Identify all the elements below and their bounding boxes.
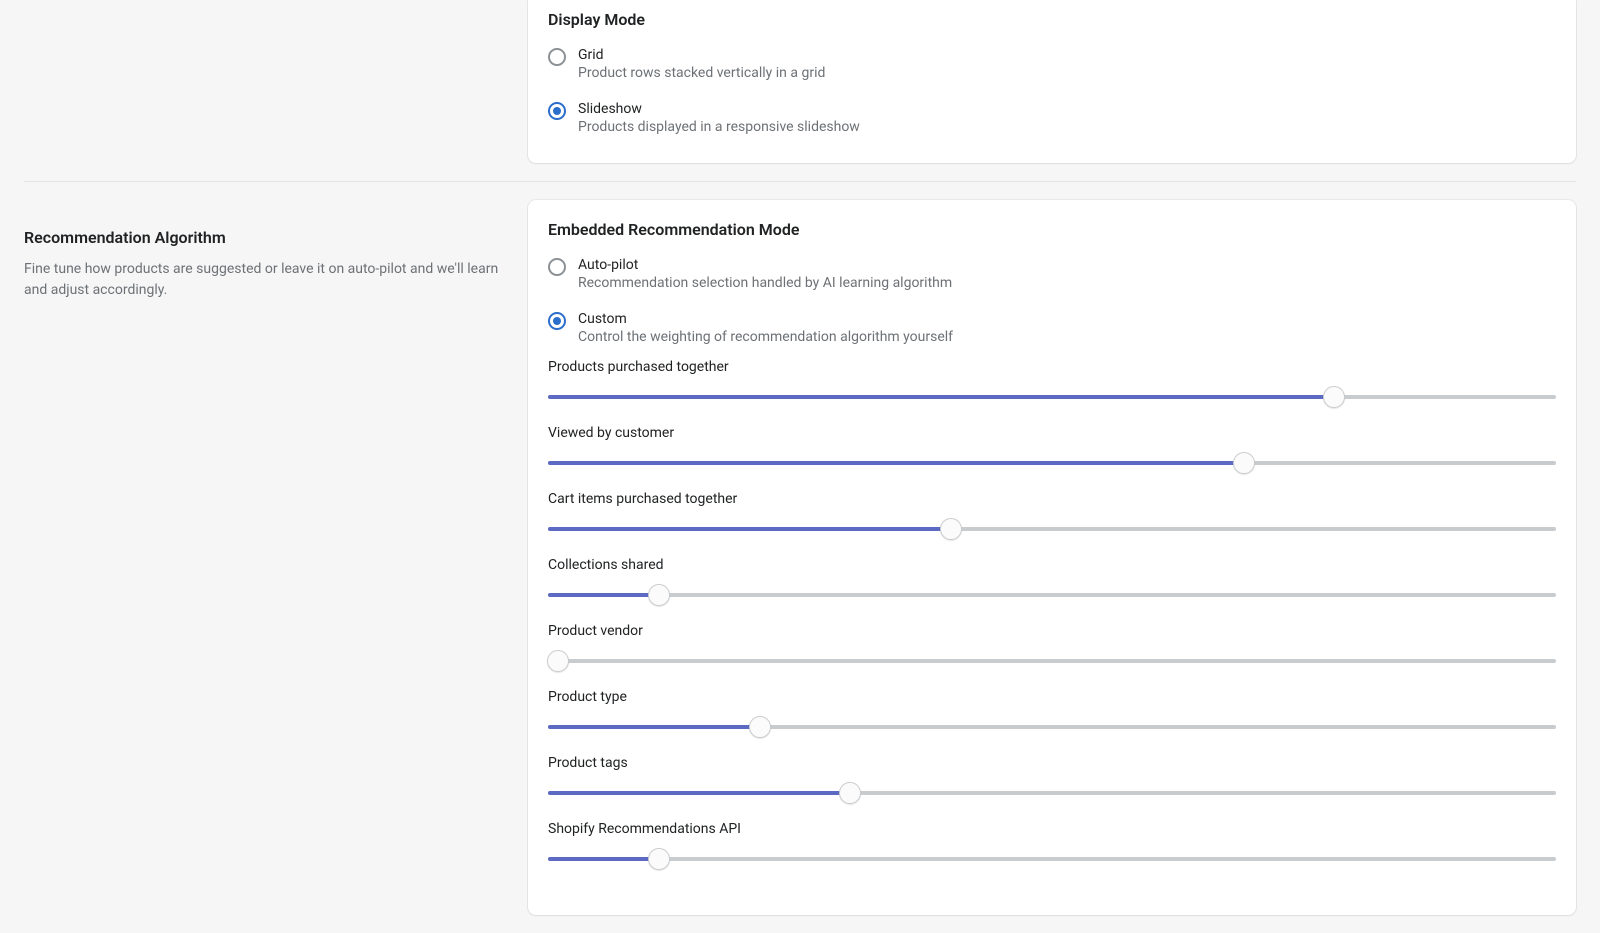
slider-label: Collections shared bbox=[548, 557, 1556, 573]
radio-desc: Control the weighting of recommendation … bbox=[578, 329, 953, 345]
slider-thumb[interactable] bbox=[547, 650, 569, 672]
slider-label: Shopify Recommendations API bbox=[548, 821, 1556, 837]
display-mode-option-grid[interactable]: Grid Product rows stacked vertically in … bbox=[548, 47, 1556, 81]
slider-group: Products purchased together bbox=[548, 359, 1556, 407]
algo-section-heading: Recommendation Algorithm bbox=[24, 228, 504, 247]
slider-fill bbox=[548, 527, 951, 531]
slider-label: Products purchased together bbox=[548, 359, 1556, 375]
radio-icon[interactable] bbox=[548, 102, 566, 120]
slider[interactable] bbox=[548, 783, 1556, 803]
display-mode-heading: Display Mode bbox=[548, 10, 1556, 29]
slider-thumb[interactable] bbox=[1233, 452, 1255, 474]
slider-thumb[interactable] bbox=[648, 584, 670, 606]
slider-thumb[interactable] bbox=[940, 518, 962, 540]
embedded-mode-option-autopilot[interactable]: Auto-pilot Recommendation selection hand… bbox=[548, 257, 1556, 291]
display-mode-card: Display Mode Grid Product rows stacked v… bbox=[528, 0, 1576, 163]
slider-label: Cart items purchased together bbox=[548, 491, 1556, 507]
slider-track bbox=[548, 659, 1556, 663]
slider-group: Cart items purchased together bbox=[548, 491, 1556, 539]
algo-section-desc: Fine tune how products are suggested or … bbox=[24, 259, 504, 301]
radio-icon[interactable] bbox=[548, 312, 566, 330]
slider-label: Product tags bbox=[548, 755, 1556, 771]
slider-thumb[interactable] bbox=[648, 848, 670, 870]
radio-label: Grid bbox=[578, 47, 825, 63]
slider-group: Product type bbox=[548, 689, 1556, 737]
slider-group: Shopify Recommendations API bbox=[548, 821, 1556, 869]
radio-icon[interactable] bbox=[548, 258, 566, 276]
embedded-mode-option-custom[interactable]: Custom Control the weighting of recommen… bbox=[548, 311, 1556, 345]
slider[interactable] bbox=[548, 651, 1556, 671]
slider-group: Product vendor bbox=[548, 623, 1556, 671]
slider[interactable] bbox=[548, 453, 1556, 473]
slider-thumb[interactable] bbox=[1323, 386, 1345, 408]
slider-label: Product type bbox=[548, 689, 1556, 705]
slider-fill bbox=[548, 395, 1334, 399]
radio-label: Custom bbox=[578, 311, 953, 327]
radio-icon[interactable] bbox=[548, 48, 566, 66]
radio-desc: Product rows stacked vertically in a gri… bbox=[578, 65, 825, 81]
slider[interactable] bbox=[548, 717, 1556, 737]
slider-thumb[interactable] bbox=[839, 782, 861, 804]
slider-group: Viewed by customer bbox=[548, 425, 1556, 473]
slider[interactable] bbox=[548, 519, 1556, 539]
slider[interactable] bbox=[548, 849, 1556, 869]
slider-label: Viewed by customer bbox=[548, 425, 1556, 441]
section-divider bbox=[24, 181, 1576, 182]
slider-group: Product tags bbox=[548, 755, 1556, 803]
slider[interactable] bbox=[548, 387, 1556, 407]
slider-track bbox=[548, 593, 1556, 597]
radio-label: Auto-pilot bbox=[578, 257, 952, 273]
slider-label: Product vendor bbox=[548, 623, 1556, 639]
display-mode-left-spacer bbox=[24, 0, 504, 181]
display-mode-option-slideshow[interactable]: Slideshow Products displayed in a respon… bbox=[548, 101, 1556, 135]
slider-fill bbox=[548, 791, 850, 795]
slider-fill bbox=[548, 461, 1244, 465]
slider-fill bbox=[548, 725, 760, 729]
slider-fill bbox=[548, 593, 659, 597]
radio-desc: Products displayed in a responsive slide… bbox=[578, 119, 860, 135]
slider-track bbox=[548, 857, 1556, 861]
slider-fill bbox=[548, 857, 659, 861]
radio-desc: Recommendation selection handled by AI l… bbox=[578, 275, 952, 291]
embedded-mode-heading: Embedded Recommendation Mode bbox=[548, 220, 1556, 239]
slider[interactable] bbox=[548, 585, 1556, 605]
slider-thumb[interactable] bbox=[749, 716, 771, 738]
embedded-mode-card: Embedded Recommendation Mode Auto-pilot … bbox=[528, 200, 1576, 915]
radio-label: Slideshow bbox=[578, 101, 860, 117]
slider-group: Collections shared bbox=[548, 557, 1556, 605]
